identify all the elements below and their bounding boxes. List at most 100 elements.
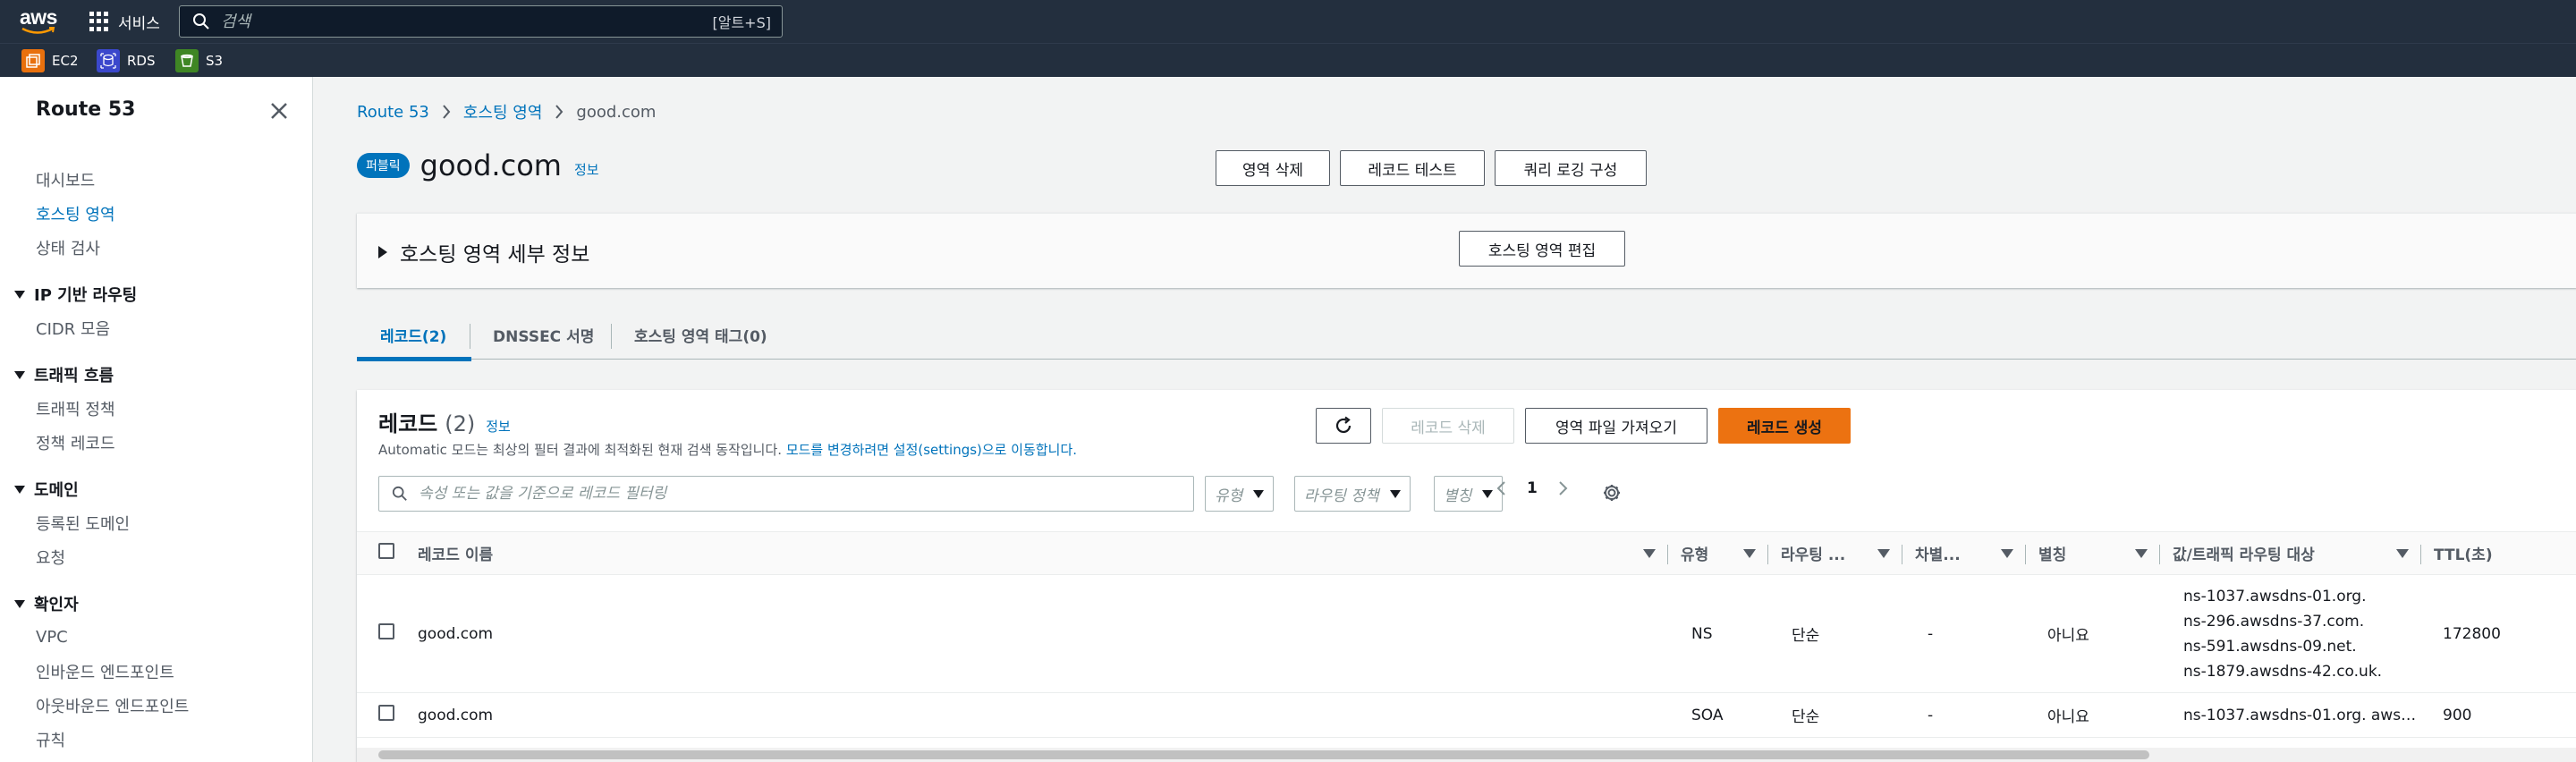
caret-down-icon	[1389, 489, 1401, 498]
routing-policy-filter-dropdown[interactable]: 라우팅 정책	[1294, 476, 1411, 512]
sidebar-item-health-checks[interactable]: 상태 검사	[36, 236, 100, 259]
favorite-label: RDS	[127, 53, 156, 69]
sidebar-section-resolver[interactable]: 확인자	[14, 592, 79, 615]
sidebar-section-domains[interactable]: 도메인	[14, 478, 79, 501]
caret-right-icon	[378, 246, 387, 258]
next-page-icon[interactable]	[1554, 479, 1572, 497]
column-label: 차별...	[1915, 546, 1961, 564]
sidebar-section-ip-routing[interactable]: IP 기반 라우팅	[14, 283, 137, 306]
favorite-rds[interactable]: RDS	[97, 49, 156, 72]
row-checkbox[interactable]	[378, 623, 394, 639]
row-checkbox[interactable]	[378, 705, 394, 721]
s3-bucket-icon	[175, 49, 199, 72]
cell-routing: 단순	[1768, 574, 1902, 693]
table-row[interactable]: good.com SOA 단순 - 아니요 ns-1037.awsdns-01.…	[357, 692, 2576, 738]
breadcrumb-hosted-zones[interactable]: 호스팅 영역	[463, 100, 543, 123]
edit-hosted-zone-button[interactable]: 호스팅 영역 편집	[1459, 231, 1625, 267]
create-record-button[interactable]: 레코드 생성	[1718, 408, 1851, 444]
column-label: 값/트래픽 라우팅 대상	[2173, 546, 2315, 564]
previous-page-icon[interactable]	[1493, 479, 1511, 497]
sidebar-item-outbound-endpoints[interactable]: 아웃바운드 엔드포인트	[36, 694, 189, 717]
current-page-number[interactable]: 1	[1527, 479, 1538, 497]
horizontal-scrollbar[interactable]	[357, 748, 2576, 762]
services-menu-button[interactable]: 서비스	[89, 7, 160, 36]
sort-caret-icon	[1743, 548, 1756, 558]
tab-records[interactable]: 레코드(2)	[380, 309, 446, 360]
close-icon[interactable]	[268, 100, 290, 122]
breadcrumb: Route 53 호스팅 영역 good.com	[357, 100, 656, 123]
sidebar-item-traffic-policies[interactable]: 트래픽 정책	[36, 397, 115, 420]
sidebar-item-dashboard[interactable]: 대시보드	[36, 168, 95, 191]
search-mode-settings-link[interactable]: 모드를 변경하려면 설정(settings)으로 이동합니다.	[786, 442, 1077, 458]
select-all-checkbox[interactable]	[378, 543, 394, 559]
column-label: 라우팅 ...	[1781, 546, 1846, 564]
sidebar-section-traffic-flow[interactable]: 트래픽 흐름	[14, 363, 114, 386]
side-nav-title[interactable]: Route 53	[36, 98, 135, 121]
sidebar-item-vpcs[interactable]: VPC	[36, 628, 68, 647]
value-line: ns-1037.awsdns-01.org.	[2183, 587, 2367, 605]
column-header-ttl[interactable]: TTL(초)	[2421, 531, 2576, 575]
type-filter-dropdown[interactable]: 유형	[1205, 476, 1275, 512]
scrollbar-thumb[interactable]	[378, 750, 2149, 759]
sort-caret-icon	[1877, 548, 1890, 558]
caret-down-icon	[14, 599, 25, 608]
test-record-button[interactable]: 레코드 테스트	[1340, 150, 1485, 186]
refresh-button[interactable]	[1316, 408, 1371, 444]
side-navigation: Route 53 대시보드 호스팅 영역 상태 검사 IP 기반 라우팅 CID…	[0, 77, 313, 762]
search-input[interactable]	[221, 12, 713, 31]
tab-hosted-zone-tags[interactable]: 호스팅 영역 태그(0)	[634, 309, 767, 360]
sidebar-item-cidr-collections[interactable]: CIDR 모음	[36, 317, 110, 340]
grid-icon	[89, 12, 109, 31]
section-label: 트래픽 흐름	[34, 367, 114, 385]
records-title: 레코드	[378, 411, 438, 436]
hosted-zone-details-toggle[interactable]: 호스팅 영역 세부 정보	[378, 237, 589, 267]
breadcrumb-route53[interactable]: Route 53	[357, 103, 429, 122]
cell-type: SOA	[1668, 692, 1768, 738]
favorite-ec2[interactable]: EC2	[21, 49, 79, 72]
sort-caret-icon	[2001, 548, 2013, 558]
sidebar-item-registered-domains[interactable]: 등록된 도메인	[36, 512, 130, 535]
aws-logo[interactable]: aws	[20, 5, 57, 36]
column-header-routing-policy[interactable]: 라우팅 ...	[1768, 531, 1902, 575]
records-info-link[interactable]: 정보	[486, 417, 511, 436]
configure-query-logging-button[interactable]: 쿼리 로깅 구성	[1495, 150, 1647, 186]
cell-routing: 단순	[1768, 692, 1902, 738]
rds-icon	[97, 49, 120, 72]
delete-zone-button[interactable]: 영역 삭제	[1216, 150, 1330, 186]
value-line: ns-591.awsdns-09.net.	[2183, 637, 2357, 656]
sidebar-item-rules[interactable]: 규칙	[36, 728, 65, 751]
gear-icon[interactable]	[1602, 483, 1622, 503]
aws-smile-icon	[21, 27, 55, 34]
records-panel: 레코드 (2) 정보 Automatic 모드는 최상의 필터 결과에 최적화된…	[357, 390, 2576, 762]
search-icon	[193, 13, 209, 30]
column-header-value[interactable]: 값/트래픽 라우팅 대상	[2160, 531, 2421, 575]
column-header-record-name[interactable]: 레코드 이름	[418, 531, 1668, 575]
favorite-label: S3	[206, 53, 224, 69]
table-row[interactable]: good.com NS 단순 - 아니요 ns-1037.awsdns-01.o…	[357, 574, 2576, 693]
cell-record-name: good.com	[418, 692, 1668, 738]
sidebar-item-inbound-endpoints[interactable]: 인바운드 엔드포인트	[36, 660, 174, 683]
sidebar-item-hosted-zones[interactable]: 호스팅 영역	[36, 202, 115, 225]
column-header-alias[interactable]: 별칭	[2026, 531, 2160, 575]
info-link[interactable]: 정보	[574, 160, 599, 179]
records-count: (2)	[445, 411, 476, 436]
favorite-label: EC2	[52, 53, 79, 69]
services-label: 서비스	[118, 14, 160, 33]
column-header-differentiator[interactable]: 차별...	[1902, 531, 2026, 575]
cell-record-name: good.com	[418, 574, 1668, 693]
global-search[interactable]: [알트+S]	[179, 5, 783, 38]
records-filter[interactable]	[378, 476, 1194, 512]
import-zone-file-button[interactable]: 영역 파일 가져오기	[1525, 408, 1707, 444]
delete-record-button[interactable]: 레코드 삭제	[1382, 408, 1514, 444]
refresh-icon	[1335, 416, 1352, 434]
chevron-right-icon	[443, 105, 451, 119]
favorite-s3[interactable]: S3	[175, 49, 223, 72]
sidebar-item-policy-records[interactable]: 정책 레코드	[36, 431, 115, 454]
sidebar-item-requests[interactable]: 요청	[36, 546, 65, 569]
tab-dnssec-signing[interactable]: DNSSEC 서명	[493, 309, 594, 360]
value-line: ns-296.awsdns-37.com.	[2183, 612, 2365, 631]
caret-down-icon	[1482, 489, 1494, 498]
column-header-type[interactable]: 유형	[1668, 531, 1768, 575]
active-tab-indicator	[357, 357, 471, 361]
records-filter-input[interactable]	[419, 485, 1193, 503]
